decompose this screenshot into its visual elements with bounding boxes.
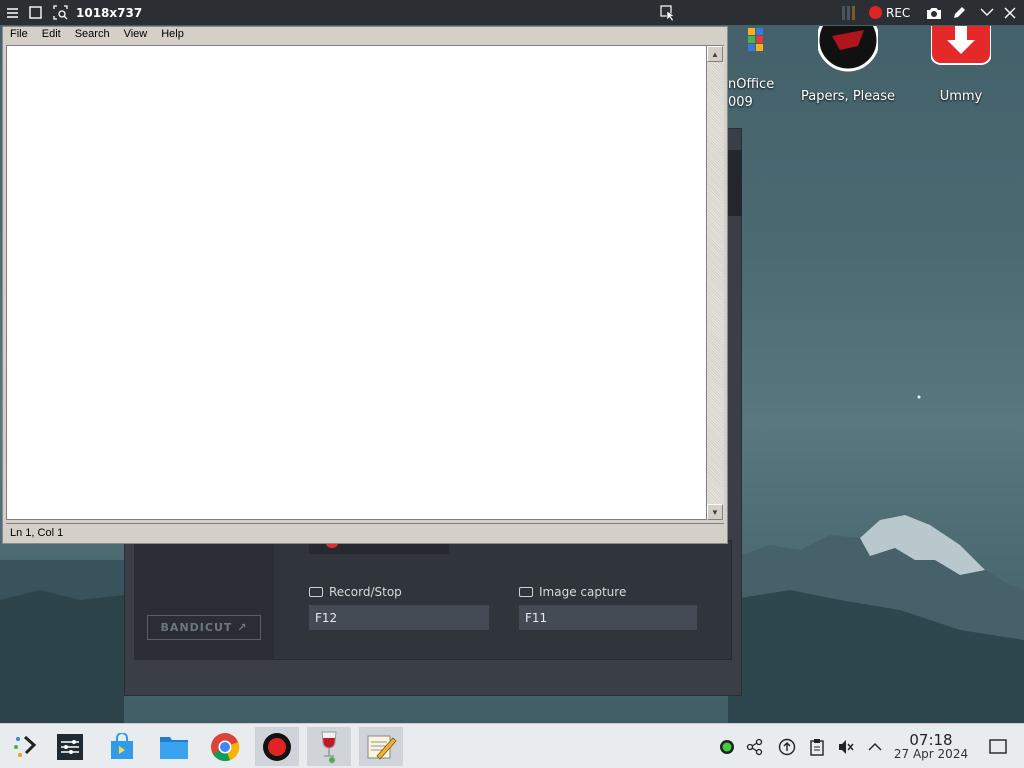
- keyboard-icon: [519, 587, 533, 597]
- record-stop-label-group: Record/Stop: [309, 585, 402, 599]
- folder-icon: [160, 736, 188, 759]
- bandicut-button[interactable]: BANDICUT ↗: [147, 615, 261, 640]
- fullscreen-mode-icon[interactable]: [29, 4, 42, 21]
- desktop-icon-ummy[interactable]: Ummy: [911, 13, 1011, 104]
- bandicam-capture-toolbar: 1018x737 REC: [0, 0, 1024, 25]
- desktop-icon-papers-please[interactable]: Papers, Please: [798, 8, 898, 104]
- scroll-up-icon[interactable]: ▲: [707, 46, 723, 62]
- keyboard-icon: [309, 587, 323, 597]
- settings-icon: [57, 733, 83, 760]
- show-desktop-icon[interactable]: [989, 738, 1007, 756]
- record-icon: [869, 6, 882, 19]
- image-capture-label-group: Image capture: [519, 585, 626, 599]
- clipboard-icon[interactable]: [808, 738, 826, 756]
- rec-label: REC: [886, 5, 911, 20]
- collapse-icon[interactable]: [980, 4, 994, 21]
- image-capture-hotkey-field[interactable]: F11: [519, 605, 697, 630]
- update-icon[interactable]: [778, 738, 796, 756]
- cursor-icon[interactable]: [660, 4, 676, 21]
- rec-button[interactable]: REC: [869, 4, 910, 21]
- menu-view[interactable]: View: [117, 27, 155, 44]
- chrome-icon: [211, 732, 240, 761]
- volume-muted-icon[interactable]: [837, 738, 855, 756]
- desktop-icon-label: nOffice: [728, 77, 775, 92]
- clock-date[interactable]: 27 Apr 2024: [890, 747, 972, 761]
- menu-search[interactable]: Search: [68, 27, 117, 44]
- papers-please-icon: [816, 8, 880, 72]
- network-share-icon[interactable]: [746, 738, 764, 756]
- menu-file[interactable]: File: [3, 27, 35, 44]
- status-green-icon[interactable]: [718, 738, 736, 756]
- pencil-icon[interactable]: [952, 4, 966, 21]
- notepad-status-bar: Ln 1, Col 1: [6, 523, 724, 541]
- bandicam-sidebar: [134, 540, 274, 660]
- store-icon: [111, 732, 133, 759]
- notepad-text-area[interactable]: [6, 45, 707, 520]
- taskbar: [0, 723, 1024, 768]
- capture-resolution: 1018x737: [76, 5, 143, 20]
- bandicam-scrollbar[interactable]: [728, 150, 742, 216]
- scroll-down-icon[interactable]: ▼: [707, 504, 723, 520]
- taskbar-store[interactable]: [100, 727, 144, 766]
- tray-expand-icon[interactable]: [866, 738, 884, 756]
- record-stop-label: Record/Stop: [329, 585, 402, 599]
- menu-help[interactable]: Help: [154, 27, 191, 44]
- notepad-menubar: File Edit Search View Help: [3, 27, 727, 44]
- launcher-icon: [14, 735, 37, 757]
- audio-level-icon: [841, 4, 857, 21]
- taskbar-bandicam[interactable]: [255, 727, 299, 766]
- wine-glass-icon: [321, 731, 337, 763]
- taskbar-notepad[interactable]: [359, 727, 403, 766]
- taskbar-settings[interactable]: [48, 727, 92, 766]
- camera-icon[interactable]: [926, 4, 942, 21]
- image-capture-label: Image capture: [539, 585, 627, 599]
- notepad-vertical-scrollbar[interactable]: ▲ ▼: [707, 45, 724, 520]
- record-stop-hotkey-field[interactable]: F12: [309, 605, 489, 630]
- ummy-icon: [930, 13, 992, 65]
- close-icon[interactable]: [1004, 4, 1016, 21]
- bandicam-record-icon: [263, 732, 291, 761]
- notepad-icon: [367, 735, 397, 760]
- notepad-window: File Edit Search View Help ▲ ▼ Ln 1, Col…: [2, 26, 728, 544]
- taskbar-wine[interactable]: [307, 727, 351, 766]
- select-area-icon[interactable]: [53, 4, 68, 21]
- menu-icon[interactable]: [6, 4, 19, 21]
- menu-edit[interactable]: Edit: [35, 27, 68, 44]
- taskbar-chrome[interactable]: [203, 727, 247, 766]
- desktop-icon-label: Ummy: [939, 89, 983, 104]
- desktop-icon-label: Papers, Please: [800, 89, 896, 104]
- app-launcher-button[interactable]: [4, 727, 48, 766]
- desktop-icon-label-line2: 009: [728, 95, 753, 110]
- taskbar-files[interactable]: [152, 727, 196, 766]
